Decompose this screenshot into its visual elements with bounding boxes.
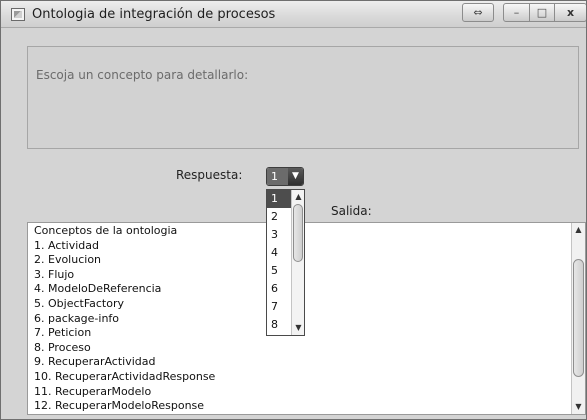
response-label: Respuesta:: [176, 168, 243, 182]
scroll-up-icon[interactable]: ▲: [292, 190, 305, 204]
maximize-button[interactable]: □: [529, 3, 555, 22]
main-window: Ontologia de integración de procesos ⇔ –…: [0, 0, 587, 420]
dropdown-option-3[interactable]: 3: [267, 226, 291, 244]
combobox-selected-value: 1: [267, 168, 289, 185]
scroll-down-icon[interactable]: ▼: [292, 321, 305, 335]
output-line: 3. Flujo: [34, 267, 75, 281]
restore-button[interactable]: ⇔: [462, 3, 494, 22]
dropdown-option-7[interactable]: 7: [267, 298, 291, 316]
dropdown-scroll-thumb[interactable]: [293, 204, 303, 262]
dropdown-option-4[interactable]: 4: [267, 244, 291, 262]
message-panel: Escoja un concepto para detallarlo:: [27, 46, 579, 149]
dropdown-option-1[interactable]: 1: [267, 190, 291, 208]
chevron-down-icon[interactable]: ▼: [288, 168, 303, 185]
output-label: Salida:: [331, 204, 372, 218]
output-textarea[interactable]: Conceptos de la ontologia 1. Actividad 2…: [27, 222, 586, 415]
output-line: 6. package-info: [34, 311, 120, 325]
output-vertical-scrollbar[interactable]: ▲ ▼: [571, 223, 585, 414]
title-bar[interactable]: Ontologia de integración de procesos ⇔ –…: [1, 1, 586, 28]
output-line: 2. Evolucion: [34, 253, 102, 267]
dropdown-option-2[interactable]: 2: [267, 208, 291, 226]
output-line: 1. Actividad: [34, 238, 100, 252]
dropdown-option-6[interactable]: 6: [267, 280, 291, 298]
output-lines: Conceptos de la ontologia 1. Actividad 2…: [34, 224, 215, 414]
scroll-up-icon[interactable]: ▲: [572, 223, 585, 237]
output-line: 7. Peticion: [34, 326, 92, 340]
dropdown-option-8[interactable]: 8: [267, 316, 291, 334]
dropdown-scrollbar[interactable]: ▲ ▼: [291, 190, 304, 335]
output-scroll-thumb[interactable]: [573, 259, 584, 377]
response-combobox[interactable]: 1 ▼: [266, 167, 304, 186]
output-line: 9. RecuperarActividad: [34, 355, 156, 369]
instruction-text: Escoja un concepto para detallarlo:: [36, 68, 249, 82]
output-line: Conceptos de la ontologia: [34, 224, 178, 237]
close-button[interactable]: x: [554, 3, 586, 22]
window-title: Ontologia de integración de procesos: [32, 7, 276, 22]
scroll-down-icon[interactable]: ▼: [572, 400, 585, 414]
output-line: 5. ObjectFactory: [34, 296, 124, 310]
output-line: 4. ModeloDeReferencia: [34, 282, 162, 296]
output-line: 8. Proceso: [34, 340, 91, 354]
response-dropdown-list[interactable]: 1 2 3 4 5 6 7 8 ▲ ▼: [266, 189, 305, 336]
output-line: 11. RecuperarModelo: [34, 384, 152, 398]
output-line: 10. RecuperarActividadResponse: [34, 369, 216, 383]
dropdown-option-5[interactable]: 5: [267, 262, 291, 280]
app-icon: [11, 8, 25, 21]
output-line: 12. RecuperarModeloResponse: [34, 399, 205, 413]
minimize-button[interactable]: –: [503, 3, 530, 22]
